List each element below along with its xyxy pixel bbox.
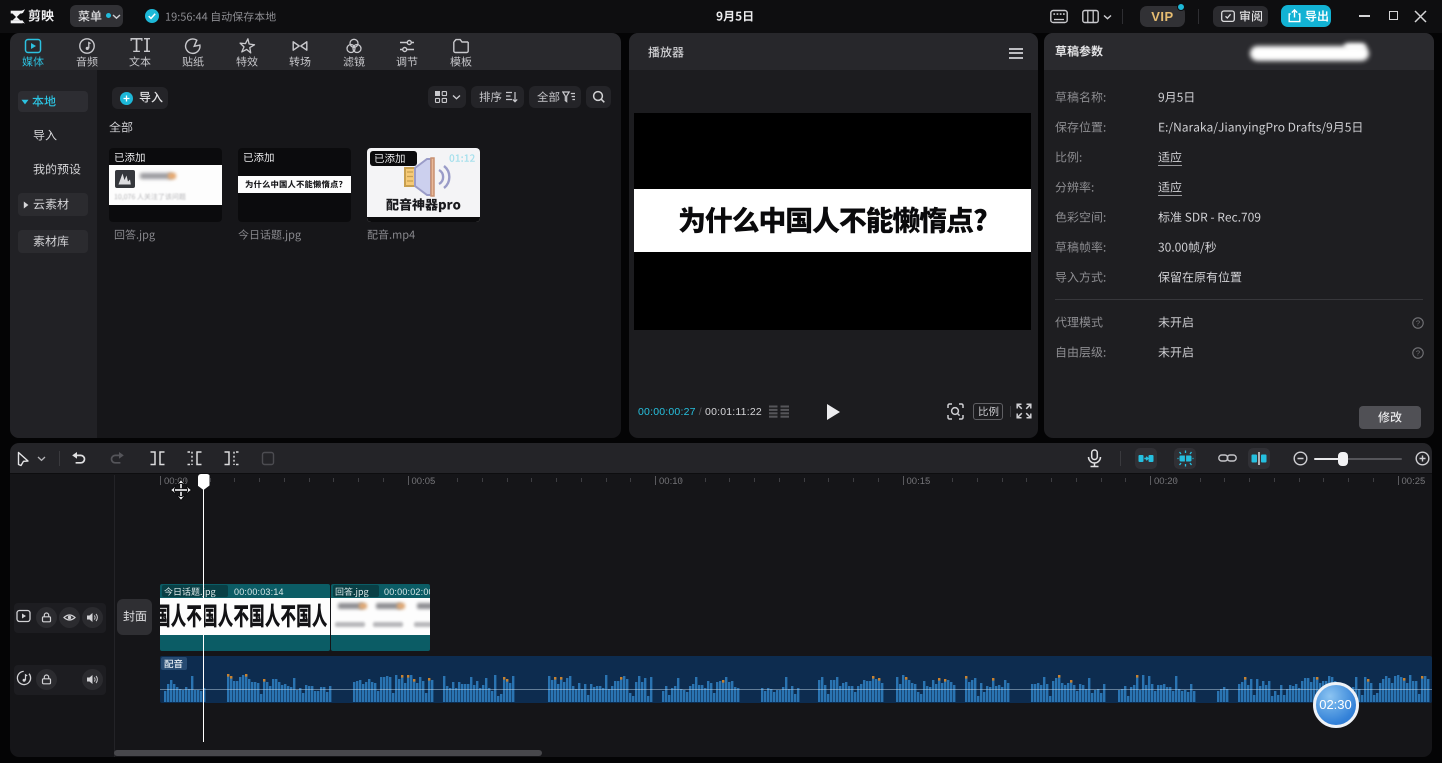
svg-text:?: ? (1416, 319, 1420, 328)
svg-text:?: ? (1416, 349, 1420, 358)
